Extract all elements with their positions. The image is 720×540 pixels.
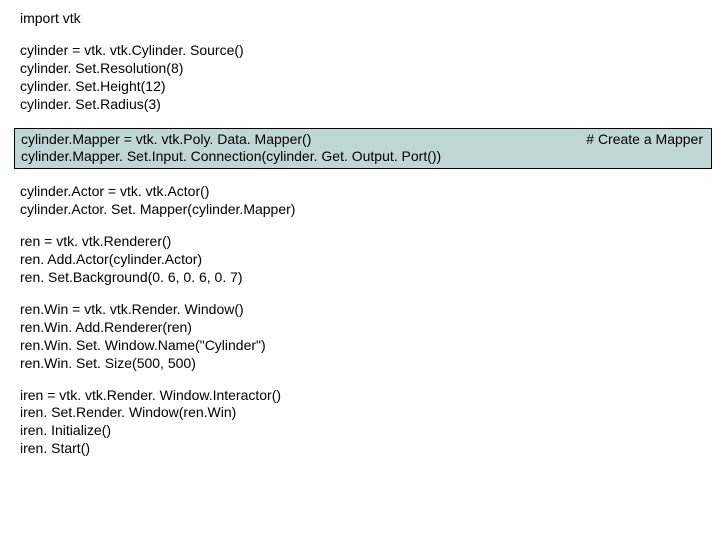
code-line: cylinder. Set.Resolution(8) — [20, 60, 720, 78]
code-line: cylinder = vtk. vtk.Cylinder. Source() — [20, 42, 720, 60]
actor-block: cylinder.Actor = vtk. vtk.Actor() cylind… — [20, 183, 720, 219]
code-line: cylinder. Set.Radius(3) — [20, 96, 720, 114]
code-line: cylinder.Actor. Set. Mapper(cylinder.Map… — [20, 201, 720, 219]
renderer-block: ren = vtk. vtk.Renderer() ren. Add.Actor… — [20, 233, 720, 287]
code-line: iren = vtk. vtk.Render. Window.Interacto… — [20, 387, 720, 405]
code-line: ren.Win = vtk. vtk.Render. Window() — [20, 301, 720, 319]
cylinder-source-block: cylinder = vtk. vtk.Cylinder. Source() c… — [20, 42, 720, 114]
code-line: ren.Win. Set. Window.Name("Cylinder") — [20, 337, 720, 355]
code-line: ren. Set.Background(0. 6, 0. 6, 0. 7) — [20, 269, 720, 287]
code-line: ren. Add.Actor(cylinder.Actor) — [20, 251, 720, 269]
code-line: iren. Set.Render. Window(ren.Win) — [20, 404, 720, 422]
code-line: ren.Win. Add.Renderer(ren) — [20, 319, 720, 337]
code-line: cylinder.Mapper. Set.Input. Connection(c… — [21, 148, 441, 166]
code-line: iren. Start() — [20, 440, 720, 458]
code-line: ren.Win. Set. Size(500, 500) — [20, 355, 720, 373]
mapper-code-lines: cylinder.Mapper = vtk. vtk.Poly. Data. M… — [21, 131, 441, 167]
code-line: iren. Initialize() — [20, 422, 720, 440]
code-line: cylinder. Set.Height(12) — [20, 78, 720, 96]
code-line: import vtk — [20, 10, 720, 28]
code-line: cylinder.Actor = vtk. vtk.Actor() — [20, 183, 720, 201]
import-block: import vtk — [20, 10, 720, 28]
mapper-block-highlighted: cylinder.Mapper = vtk. vtk.Poly. Data. M… — [14, 128, 712, 170]
code-line: cylinder.Mapper = vtk. vtk.Poly. Data. M… — [21, 131, 441, 149]
code-line: ren = vtk. vtk.Renderer() — [20, 233, 720, 251]
mapper-comment: # Create a Mapper — [586, 131, 705, 149]
code-slide: import vtk cylinder = vtk. vtk.Cylinder.… — [0, 0, 720, 458]
render-window-block: ren.Win = vtk. vtk.Render. Window() ren.… — [20, 301, 720, 373]
interactor-block: iren = vtk. vtk.Render. Window.Interacto… — [20, 387, 720, 459]
